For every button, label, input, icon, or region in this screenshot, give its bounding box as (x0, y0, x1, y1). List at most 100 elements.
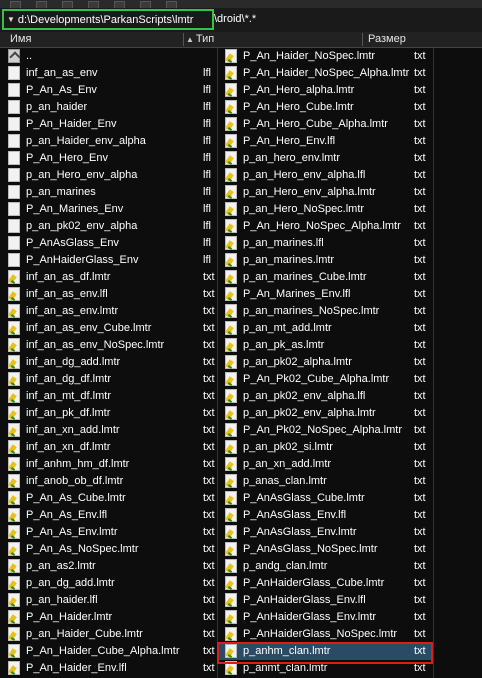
file-row[interactable]: P_An_Marines_Env lfl (0, 201, 217, 218)
file-row[interactable]: P_AnHaiderGlass_Cube.lmtr txt (217, 575, 433, 592)
toolbar-button[interactable] (62, 1, 73, 8)
file-row[interactable]: p_an_mt_add.lmtr txt (217, 320, 433, 337)
file-row[interactable]: P_AnHaiderGlass_Env.lmtr txt (217, 609, 433, 626)
file-row[interactable]: p_anhm_clan.lmtr txt (217, 643, 433, 660)
file-row[interactable]: p_an_Haider_env_alpha lfl (0, 133, 217, 150)
file-row[interactable]: p_an_marines.lmtr txt (217, 252, 433, 269)
file-row[interactable]: inf_an_as_env.lmtr txt (0, 303, 217, 320)
header-separator[interactable] (183, 33, 184, 46)
file-row[interactable]: P_An_Hero_Env.lfl txt (217, 133, 433, 150)
file-name: P_AnHaiderGlass_Cube.lmtr (243, 577, 385, 589)
file-row[interactable]: .. (0, 48, 217, 65)
header-name[interactable]: Имя (10, 32, 31, 47)
file-extension: txt (203, 526, 215, 538)
file-row[interactable]: inf_an_dg_add.lmtr txt (0, 354, 217, 371)
file-row[interactable]: inf_anhm_hm_df.lmtr txt (0, 456, 217, 473)
file-row[interactable]: p_an_Haider_Cube.lmtr txt (0, 626, 217, 643)
file-row[interactable]: P_An_As_Env.lfl txt (0, 507, 217, 524)
file-row[interactable]: P_An_Hero_Cube_Alpha.lmtr txt (217, 116, 433, 133)
file-row[interactable]: p_an_marines_NoSpec.lmtr txt (217, 303, 433, 320)
toolbar-button[interactable] (36, 1, 47, 8)
file-row[interactable]: inf_an_as_df.lmtr txt (0, 269, 217, 286)
file-row[interactable]: p_anmt_clan.lmtr txt (217, 660, 433, 677)
file-row[interactable]: inf_an_as_env lfl (0, 65, 217, 82)
file-row[interactable]: p_andg_clan.lmtr txt (217, 558, 433, 575)
toolbar-button[interactable] (88, 1, 99, 8)
file-row[interactable]: P_AnHaiderGlass_Env.lfl txt (217, 592, 433, 609)
file-row[interactable]: p_an_Hero_env_alpha.lmtr txt (217, 184, 433, 201)
file-extension: txt (414, 339, 426, 351)
header-type[interactable]: ▲ Тип (186, 32, 214, 47)
file-row[interactable]: P_An_Hero_Cube.lmtr txt (217, 99, 433, 116)
file-row[interactable]: p_an_marines lfl (0, 184, 217, 201)
file-row[interactable]: P_An_As_NoSpec.lmtr txt (0, 541, 217, 558)
file-name: p_an_marines.lmtr (243, 254, 335, 266)
file-row[interactable]: P_An_As_Env.lmtr txt (0, 524, 217, 541)
file-row[interactable]: p_an_pk02_env_alpha.lmtr txt (217, 405, 433, 422)
file-row[interactable]: inf_an_dg_df.lmtr txt (0, 371, 217, 388)
file-row[interactable]: P_An_Pk02_Cube_Alpha.lmtr txt (217, 371, 433, 388)
file-row[interactable]: p_anas_clan.lmtr txt (217, 473, 433, 490)
file-name: p_anas_clan.lmtr (243, 475, 327, 487)
file-row[interactable]: P_An_Haider_Env.lfl txt (0, 660, 217, 677)
file-row[interactable]: P_AnAsGlass_Env.lmtr txt (217, 524, 433, 541)
file-row[interactable]: p_an_pk_as.lmtr txt (217, 337, 433, 354)
file-row[interactable]: inf_an_xn_df.lmtr txt (0, 439, 217, 456)
file-row[interactable]: P_An_As_Cube.lmtr txt (0, 490, 217, 507)
file-row[interactable]: P_An_Haider.lmtr txt (0, 609, 217, 626)
file-row[interactable]: p_an_as2.lmtr txt (0, 558, 217, 575)
file-row[interactable]: P_An_Pk02_NoSpec_Alpha.lmtr txt (217, 422, 433, 439)
file-row[interactable]: inf_an_as_env_NoSpec.lmtr txt (0, 337, 217, 354)
file-row[interactable]: P_An_Haider_NoSpec.lmtr txt (217, 48, 433, 65)
file-row[interactable]: P_An_Hero_NoSpec_Alpha.lmtr txt (217, 218, 433, 235)
file-row[interactable]: p_an_marines_Cube.lmtr txt (217, 269, 433, 286)
file-row[interactable]: p_an_Hero_NoSpec.lmtr txt (217, 201, 433, 218)
file-row[interactable]: p_an_pk02_alpha.lmtr txt (217, 354, 433, 371)
file-icon (8, 202, 20, 216)
file-row[interactable]: P_AnAsGlass_Env lfl (0, 235, 217, 252)
file-row[interactable]: p_an_xn_add.lmtr txt (217, 456, 433, 473)
file-row[interactable]: p_an_Hero_env_alpha lfl (0, 167, 217, 184)
file-row[interactable]: p_an_haider lfl (0, 99, 217, 116)
dropdown-arrow-icon[interactable]: ▼ (7, 15, 15, 24)
file-row[interactable]: inf_anob_ob_df.lmtr txt (0, 473, 217, 490)
file-row[interactable]: P_AnAsGlass_NoSpec.lmtr txt (217, 541, 433, 558)
file-row[interactable]: P_AnHaiderGlass_NoSpec.lmtr txt (217, 626, 433, 643)
file-row[interactable]: P_AnAsGlass_Env.lfl txt (217, 507, 433, 524)
header-separator[interactable] (362, 33, 363, 46)
toolbar-button[interactable] (166, 1, 177, 8)
file-row[interactable]: P_An_Marines_Env.lfl txt (217, 286, 433, 303)
file-row[interactable]: inf_an_as_env.lfl txt (0, 286, 217, 303)
file-row[interactable]: inf_an_mt_df.lmtr txt (0, 388, 217, 405)
path-bar[interactable]: ▼ d:\Developments\ParkanScripts\lmtr \dr… (0, 8, 482, 33)
text-file-icon (225, 508, 237, 522)
toolbar-button[interactable] (140, 1, 151, 8)
file-row[interactable]: P_AnAsGlass_Cube.lmtr txt (217, 490, 433, 507)
file-row[interactable]: P_An_Haider_NoSpec_Alpha.lmtr txt (217, 65, 433, 82)
file-row[interactable]: P_An_Hero_Env lfl (0, 150, 217, 167)
toolbar-button[interactable] (114, 1, 125, 8)
file-row[interactable]: p_an_pk02_env_alpha.lfl txt (217, 388, 433, 405)
file-row[interactable]: p_an_marines.lfl txt (217, 235, 433, 252)
text-file-icon (225, 219, 237, 233)
file-name: P_An_As_Cube.lmtr (26, 492, 126, 504)
text-file-icon (225, 321, 237, 335)
file-row[interactable]: P_An_Haider_Cube_Alpha.lmtr txt (0, 643, 217, 660)
file-extension: txt (414, 475, 426, 487)
file-row[interactable]: inf_an_pk_df.lmtr txt (0, 405, 217, 422)
file-row[interactable]: p_an_dg_add.lmtr txt (0, 575, 217, 592)
file-row[interactable]: p_an_pk02_env_alpha lfl (0, 218, 217, 235)
toolbar-button[interactable] (10, 1, 21, 8)
file-name: P_AnHaiderGlass_NoSpec.lmtr (243, 628, 398, 640)
file-row[interactable]: P_An_Hero_alpha.lmtr txt (217, 82, 433, 99)
file-row[interactable]: p_an_pk02_si.lmtr txt (217, 439, 433, 456)
file-row[interactable]: P_An_As_Env lfl (0, 82, 217, 99)
file-row[interactable]: p_an_haider.lfl txt (0, 592, 217, 609)
header-size[interactable]: Размер (368, 32, 406, 47)
file-row[interactable]: P_AnHaiderGlass_Env lfl (0, 252, 217, 269)
file-row[interactable]: inf_an_as_env_Cube.lmtr txt (0, 320, 217, 337)
file-row[interactable]: inf_an_xn_add.lmtr txt (0, 422, 217, 439)
file-row[interactable]: p_an_hero_env.lmtr txt (217, 150, 433, 167)
file-row[interactable]: p_an_Hero_env_alpha.lfl txt (217, 167, 433, 184)
file-row[interactable]: P_An_Haider_Env lfl (0, 116, 217, 133)
